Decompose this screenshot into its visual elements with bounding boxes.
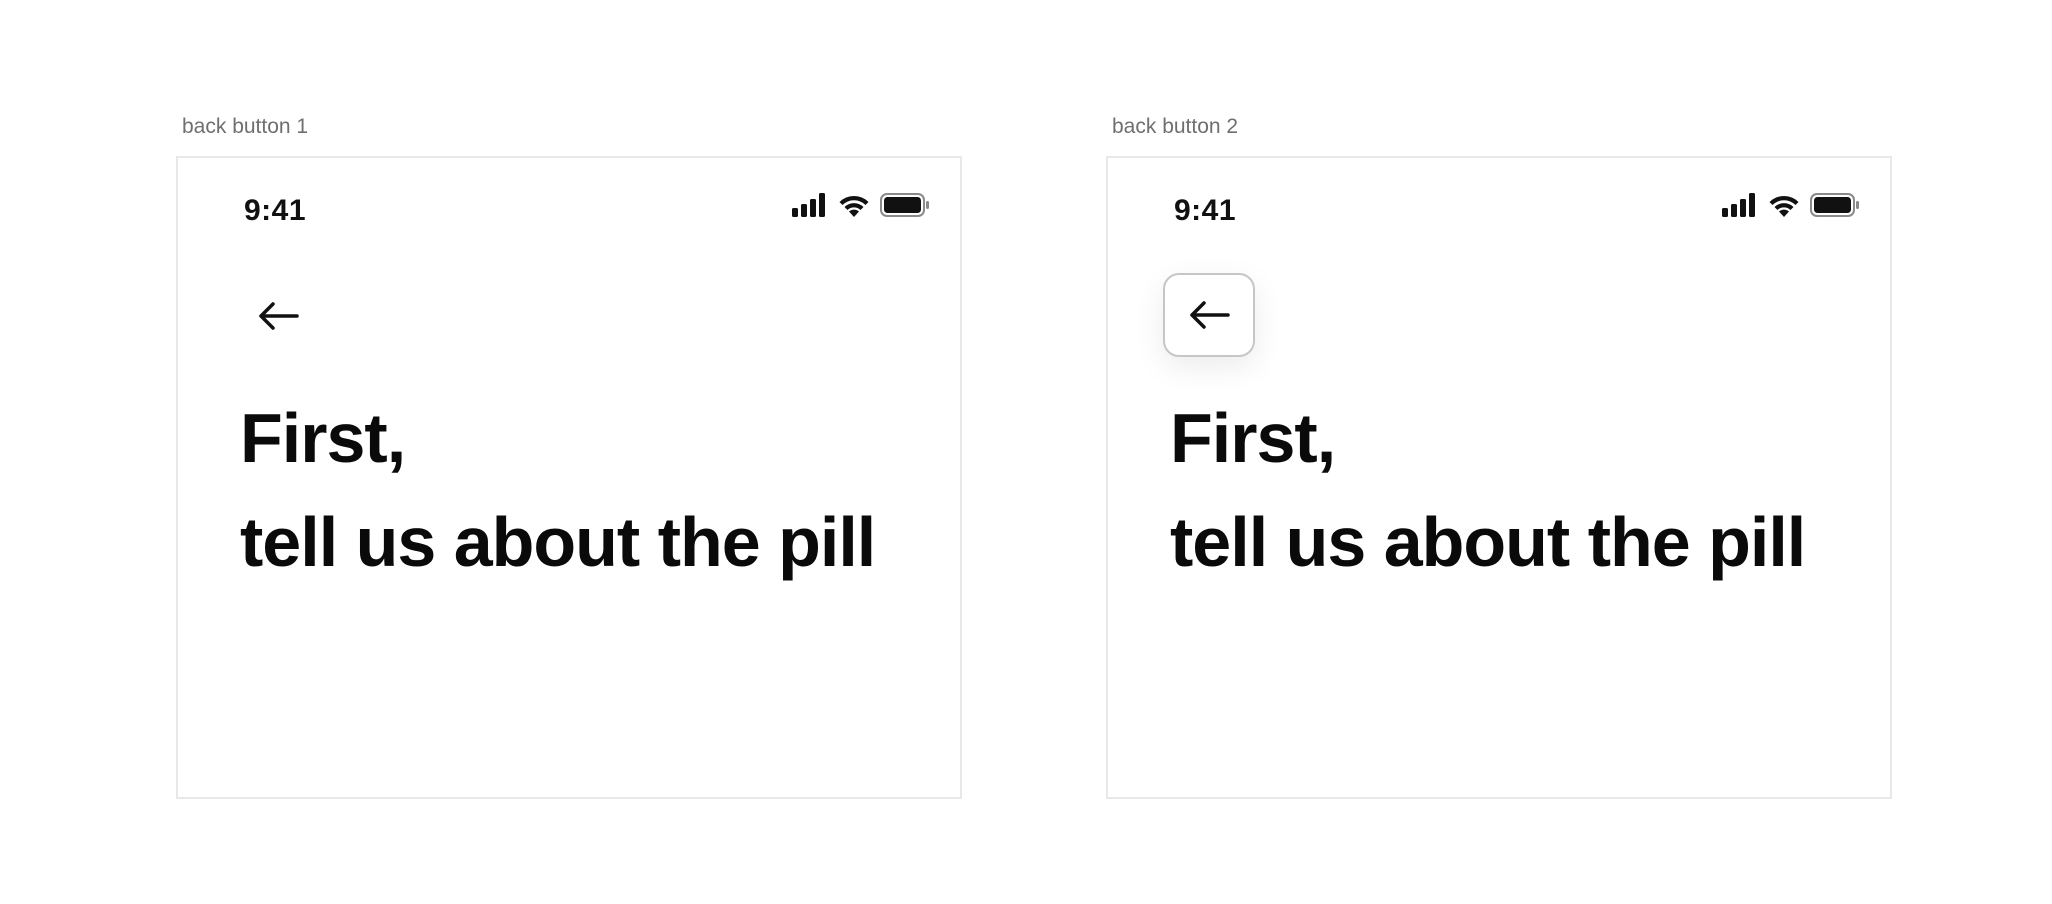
status-time: 9:41	[244, 194, 307, 227]
status-icons	[792, 192, 930, 218]
title-line-2: tell us about the pill	[1170, 503, 1806, 581]
status-time: 9:41	[1174, 194, 1237, 227]
battery-icon	[880, 193, 930, 217]
battery-icon	[1810, 193, 1860, 217]
arrow-left-icon	[257, 301, 299, 331]
page-title: First, tell us about the pill	[1170, 386, 1806, 594]
page-title: First, tell us about the pill	[240, 386, 876, 594]
back-button[interactable]	[1163, 273, 1255, 357]
cellular-signal-icon	[1722, 193, 1758, 217]
frame-label-1: back button 1	[182, 115, 309, 138]
back-button[interactable]	[254, 292, 302, 340]
wifi-icon	[838, 193, 870, 217]
title-line-2: tell us about the pill	[240, 503, 876, 581]
phone-frame-1: 9:41 First, tell us about the pill	[176, 156, 962, 799]
frame-label-2: back button 2	[1112, 115, 1239, 138]
arrow-left-icon	[1188, 300, 1230, 330]
wifi-icon	[1768, 193, 1800, 217]
cellular-signal-icon	[792, 193, 828, 217]
status-icons	[1722, 192, 1860, 218]
title-line-1: First,	[240, 399, 406, 477]
title-line-1: First,	[1170, 399, 1336, 477]
phone-frame-2: 9:41 First, tell us about the pill	[1106, 156, 1892, 799]
